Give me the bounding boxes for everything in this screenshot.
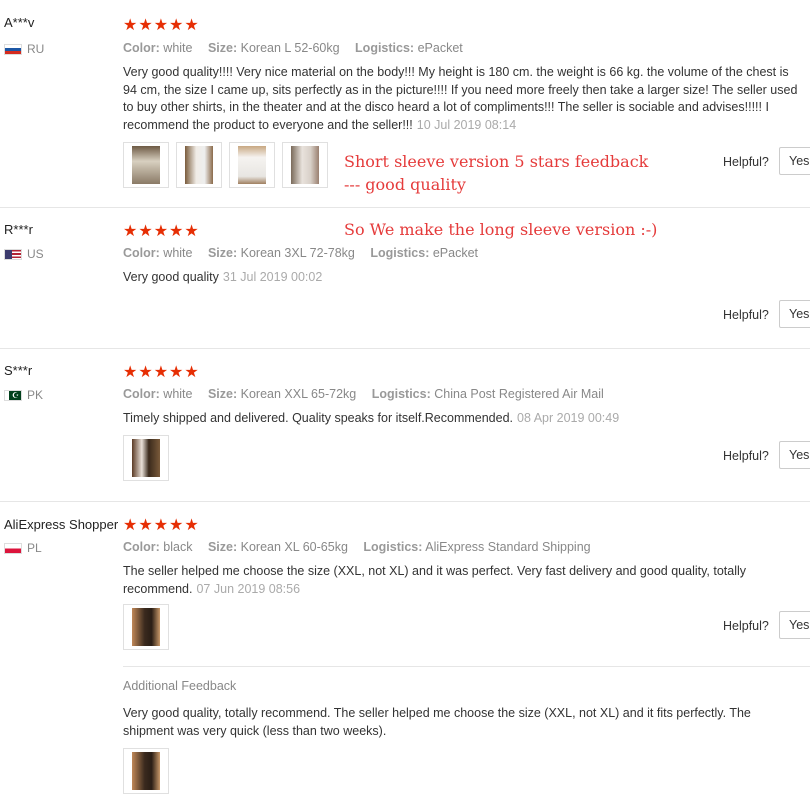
usa-flag-icon xyxy=(4,248,22,260)
color-label: Color: xyxy=(123,246,160,260)
logistics-label: Logistics: xyxy=(355,41,415,55)
star-rating: ★★★★★ xyxy=(123,17,200,34)
reviewer-country: PL xyxy=(4,541,42,555)
review-body: Timely shipped and delivered. Quality sp… xyxy=(123,411,514,425)
helpful-yes-button[interactable]: Yes xyxy=(779,147,810,175)
shirt-photo-icon xyxy=(132,608,160,646)
review-attributes: Color: white Size: Korean L 52-60kg Logi… xyxy=(123,41,475,55)
review-date: 07 Jun 2019 08:56 xyxy=(196,581,301,596)
color-value: white xyxy=(163,41,193,55)
reviewer-name: S***r xyxy=(4,363,33,378)
review-divider xyxy=(0,207,810,208)
reviewer-country: RU xyxy=(4,42,44,56)
country-code: PL xyxy=(27,541,42,555)
shirt-photo-icon xyxy=(291,146,319,184)
color-value: white xyxy=(163,387,193,401)
reviewer-name: R***r xyxy=(4,222,33,237)
helpful-label: Helpful? xyxy=(723,449,769,463)
reviewer-country: ☪ PK xyxy=(4,388,43,402)
review-text: Very good quality!!!! Very nice material… xyxy=(123,64,803,134)
additional-feedback-text: Very good quality, totally recommend. Th… xyxy=(123,706,751,738)
annotation-line: --- good quality xyxy=(344,175,466,194)
star-rating: ★★★★★ xyxy=(123,364,200,381)
review-text: Timely shipped and delivered. Quality sp… xyxy=(123,410,803,428)
pakistan-flag-icon: ☪ xyxy=(4,389,22,401)
helpful-label: Helpful? xyxy=(723,155,769,169)
shirt-photo-icon xyxy=(185,146,213,184)
review-photo-thumbnail[interactable] xyxy=(282,142,328,188)
color-label: Color: xyxy=(123,387,160,401)
logistics-value: AliExpress Standard Shipping xyxy=(425,540,591,554)
annotation-line: Short sleeve version 5 stars feedback xyxy=(344,152,649,171)
size-value: Korean XXL 65-72kg xyxy=(240,387,357,401)
review-attributes: Color: white Size: Korean 3XL 72-78kg Lo… xyxy=(123,246,490,260)
country-code: RU xyxy=(27,42,45,56)
logistics-label: Logistics: xyxy=(371,387,431,401)
logistics-label: Logistics: xyxy=(370,246,430,260)
shirt-photo-icon xyxy=(132,752,160,790)
color-label: Color: xyxy=(123,540,160,554)
poland-flag-icon xyxy=(4,542,22,554)
reviewer-name: A***v xyxy=(4,15,35,30)
review-body: Very good quality xyxy=(123,270,219,284)
helpful-label: Helpful? xyxy=(723,619,769,633)
logistics-value: ePacket xyxy=(417,41,463,55)
annotation-note: So We make the long sleeve version :-) xyxy=(344,218,657,241)
review-text: The seller helped me choose the size (XX… xyxy=(123,563,803,598)
shirt-photo-icon xyxy=(132,146,160,184)
review-divider xyxy=(0,501,810,502)
russia-flag-icon xyxy=(4,43,22,55)
reviewer-country: US xyxy=(4,247,44,261)
size-value: Korean L 52-60kg xyxy=(240,41,340,55)
review-text: Very good quality 31 Jul 2019 00:02 xyxy=(123,269,803,287)
review-photo-thumbnail[interactable] xyxy=(123,142,169,188)
logistics-value: ePacket xyxy=(432,246,479,260)
star-rating: ★★★★★ xyxy=(123,223,200,240)
reviewer-name: AliExpress Shopper xyxy=(4,517,119,532)
review-date: 31 Jul 2019 00:02 xyxy=(222,270,323,284)
helpful-label: Helpful? xyxy=(723,308,769,322)
review-attributes: Color: white Size: Korean XXL 65-72kg Lo… xyxy=(123,387,616,401)
size-label: Size: xyxy=(207,540,238,554)
country-code: PK xyxy=(27,388,44,402)
annotation-note: Short sleeve version 5 stars feedback --… xyxy=(344,150,648,196)
review-date: 08 Apr 2019 00:49 xyxy=(517,411,620,425)
helpful-yes-button[interactable]: Yes xyxy=(779,441,810,469)
additional-feedback-divider xyxy=(123,666,810,667)
logistics-label: Logistics: xyxy=(363,540,423,554)
review-photo-thumbnail[interactable] xyxy=(123,604,169,650)
additional-feedback-heading: Additional Feedback xyxy=(123,679,237,693)
helpful-yes-button[interactable]: Yes xyxy=(779,611,810,639)
review-photo-thumbnail[interactable] xyxy=(123,435,169,481)
size-label: Size: xyxy=(207,246,238,260)
annotation-line: So We make the long sleeve version :-) xyxy=(344,220,658,239)
size-label: Size: xyxy=(207,41,238,55)
color-value: black xyxy=(163,540,193,554)
review-attributes: Color: black Size: Korean XL 60-65kg Log… xyxy=(123,540,603,554)
helpful-yes-button[interactable]: Yes xyxy=(779,300,810,328)
shirt-photo-icon xyxy=(238,146,266,184)
review-photo-thumbnail[interactable] xyxy=(176,142,222,188)
logistics-value: China Post Registered Air Mail xyxy=(434,387,604,401)
review-divider xyxy=(0,348,810,349)
country-code: US xyxy=(27,247,44,261)
size-label: Size: xyxy=(207,387,238,401)
review-photo-thumbnail[interactable] xyxy=(123,748,169,794)
size-value: Korean 3XL 72-78kg xyxy=(240,246,355,260)
color-value: white xyxy=(163,246,193,260)
color-label: Color: xyxy=(123,41,160,55)
person-photo-icon xyxy=(132,439,160,477)
star-rating: ★★★★★ xyxy=(123,517,200,534)
size-value: Korean XL 60-65kg xyxy=(240,540,348,554)
review-photo-thumbnail[interactable] xyxy=(229,142,275,188)
review-date: 10 Jul 2019 08:14 xyxy=(416,117,517,132)
